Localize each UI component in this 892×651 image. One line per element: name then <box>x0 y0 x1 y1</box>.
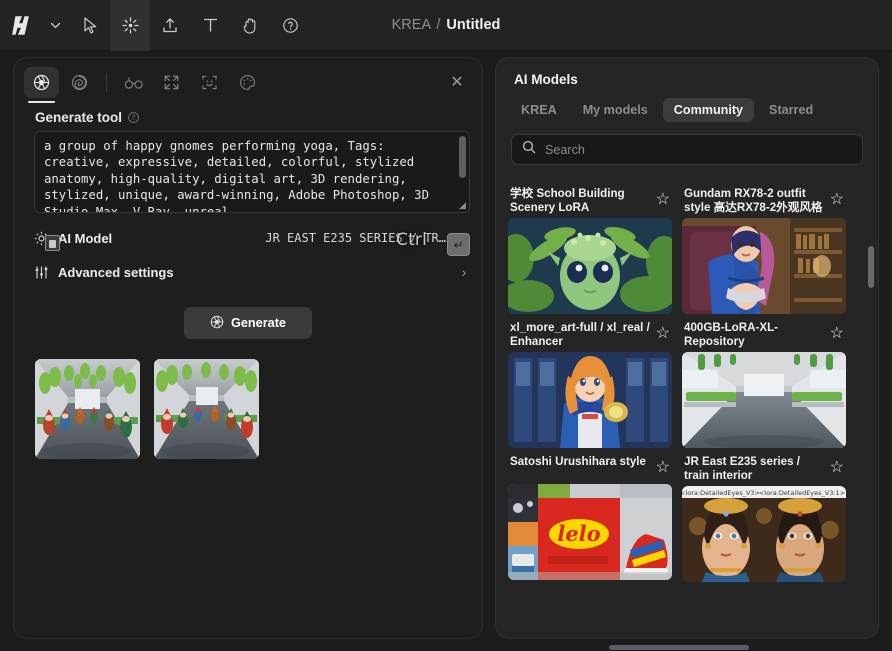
top-toolbar: KREA / Untitled <box>0 0 892 51</box>
generate-button-label: Generate <box>230 316 286 330</box>
svg-text:<lora:DetailedEyes_V3:1>: <lora:DetailedEyes_V3:1> <box>759 489 845 497</box>
star-icon[interactable]: ☆ <box>830 323 844 343</box>
advanced-settings-row[interactable]: Advanced settings › <box>34 255 470 289</box>
enter-key-button[interactable]: ↵ <box>447 233 470 256</box>
model-card[interactable]: JR East E235 series / train interior ☆ <… <box>682 450 846 582</box>
generate-button[interactable]: Generate <box>184 307 312 339</box>
model-card[interactable]: 400GB-LoRA-XL-Repository ☆ <box>682 316 846 448</box>
star-icon[interactable]: ☆ <box>830 457 844 477</box>
star-icon[interactable]: ☆ <box>830 189 844 209</box>
model-card[interactable]: 学校 School Building Scenery LoRA ☆ <box>508 182 672 314</box>
star-icon[interactable]: ☆ <box>656 189 670 209</box>
model-thumbnail[interactable] <box>682 352 846 448</box>
ai-model-label: AI Model <box>58 230 113 246</box>
svg-text:lelo: lelo <box>557 521 600 546</box>
prompt-scrollbar[interactable] <box>459 136 466 178</box>
advanced-settings-label: Advanced settings <box>58 264 174 280</box>
resize-handle-icon[interactable]: ◢ <box>457 200 468 211</box>
model-row: xl_more_art-full / xl_real / Enhancer ☆ <box>508 316 866 448</box>
model-thumbnail[interactable]: lelo <box>508 484 672 580</box>
cursor-select-icon[interactable] <box>70 0 110 51</box>
generate-tool-panel: ✕ Generate tool ? a group of happy gnome… <box>13 57 483 639</box>
ai-models-panel: AI Models KREA My models Community Starr… <box>495 57 879 639</box>
generate-sparkle-icon[interactable] <box>110 0 150 51</box>
help-icon[interactable] <box>270 0 310 51</box>
generated-image-2[interactable] <box>154 359 259 459</box>
model-card-header: Gundam RX78-2 outfit style 高达RX78-2外观风格 … <box>682 182 846 218</box>
aperture-icon[interactable] <box>24 67 59 103</box>
tab-community[interactable]: Community <box>662 98 755 122</box>
model-card-header: 学校 School Building Scenery LoRA ☆ <box>508 182 672 218</box>
star-icon[interactable]: ☆ <box>656 457 670 477</box>
ai-model-value: JR EAST E235 SERIES / TR… <box>265 231 446 245</box>
paste-cursor-icon <box>45 235 60 251</box>
krea-logo-icon[interactable] <box>0 0 40 51</box>
model-name: Satoshi Urushihara style <box>510 455 646 468</box>
title-brand: KREA <box>391 17 431 33</box>
generated-images <box>35 359 482 459</box>
chevron-right-icon[interactable]: › <box>458 264 470 280</box>
tab-my-models[interactable]: My models <box>572 98 659 122</box>
model-name: 学校 School Building Scenery LoRA <box>510 187 625 214</box>
model-list: 学校 School Building Scenery LoRA ☆ Gundam… <box>496 182 878 626</box>
palette-icon[interactable] <box>230 67 265 98</box>
spiral-icon[interactable] <box>62 67 97 98</box>
glasses-icon[interactable] <box>116 67 151 98</box>
model-card-header: JR East E235 series / train interior ☆ <box>682 450 846 486</box>
prompt-text[interactable]: a group of happy gnomes performing yoga,… <box>35 132 469 212</box>
model-name: Gundam RX78-2 outfit style 高达RX78-2外观风格 <box>684 187 823 214</box>
model-row: 学校 School Building Scenery LoRA ☆ Gundam… <box>508 182 866 314</box>
aperture-icon <box>210 315 224 332</box>
tab-starred[interactable]: Starred <box>758 98 824 122</box>
bottom-handle-bar[interactable] <box>609 645 749 650</box>
model-name: JR East E235 series / train interior <box>684 455 801 482</box>
search-input[interactable] <box>545 142 852 157</box>
model-list-scrollbar[interactable] <box>868 246 874 288</box>
sliders-icon <box>34 265 58 280</box>
tab-krea[interactable]: KREA <box>510 98 568 122</box>
model-thumbnail[interactable] <box>508 218 672 314</box>
model-row: Satoshi Urushihara style ☆ lelo JR East … <box>508 450 866 582</box>
title-document-name: Untitled <box>446 17 501 33</box>
search-icon <box>522 140 536 159</box>
ai-models-tabs: KREA My models Community Starred <box>510 98 878 122</box>
close-icon[interactable]: ✕ <box>446 71 468 93</box>
help-icon[interactable]: ? <box>128 112 140 123</box>
star-icon[interactable]: ☆ <box>656 323 670 343</box>
model-card-header: 400GB-LoRA-XL-Repository ☆ <box>682 316 846 352</box>
search-field[interactable] <box>511 134 863 165</box>
model-thumbnail[interactable] <box>682 218 846 314</box>
generate-tool-tabs: ✕ <box>14 58 482 103</box>
generate-tool-label: Generate tool <box>35 110 123 125</box>
text-tool-icon[interactable] <box>190 0 230 51</box>
hand-pan-icon[interactable] <box>230 0 270 51</box>
model-name: 400GB-LoRA-XL-Repository <box>684 321 779 348</box>
face-enhance-icon[interactable] <box>192 67 227 98</box>
prompt-input[interactable]: a group of happy gnomes performing yoga,… <box>34 131 470 213</box>
ai-model-row[interactable]: AI Model JR EAST E235 SERIES / TR… ‹ <box>34 221 470 255</box>
model-thumbnail[interactable]: <lora:DetailedEyes_V3> <lora:DetailedEye… <box>682 486 846 582</box>
toolbar-divider <box>106 73 107 92</box>
model-card[interactable]: xl_more_art-full / xl_real / Enhancer ☆ <box>508 316 672 448</box>
upload-icon[interactable] <box>150 0 190 51</box>
model-card-header: xl_more_art-full / xl_real / Enhancer ☆ <box>508 316 672 352</box>
chevron-down-icon[interactable] <box>40 0 70 51</box>
generated-image-1[interactable] <box>35 359 140 459</box>
expand-arrows-icon[interactable] <box>154 67 189 98</box>
title-separator: / <box>436 17 441 33</box>
generate-tool-heading: Generate tool ? <box>35 110 482 125</box>
model-card[interactable]: Satoshi Urushihara style ☆ lelo <box>508 450 672 582</box>
model-card[interactable]: Gundam RX78-2 outfit style 高达RX78-2外观风格 … <box>682 182 846 314</box>
model-thumbnail[interactable] <box>508 352 672 448</box>
model-card-header: Satoshi Urushihara style ☆ <box>508 450 672 484</box>
svg-text:<lora:DetailedEyes_V3>: <lora:DetailedEyes_V3> <box>682 489 760 497</box>
toolbar-tool-group <box>0 0 310 51</box>
model-name: xl_more_art-full / xl_real / Enhancer <box>510 321 650 348</box>
ai-models-title: AI Models <box>514 72 578 87</box>
